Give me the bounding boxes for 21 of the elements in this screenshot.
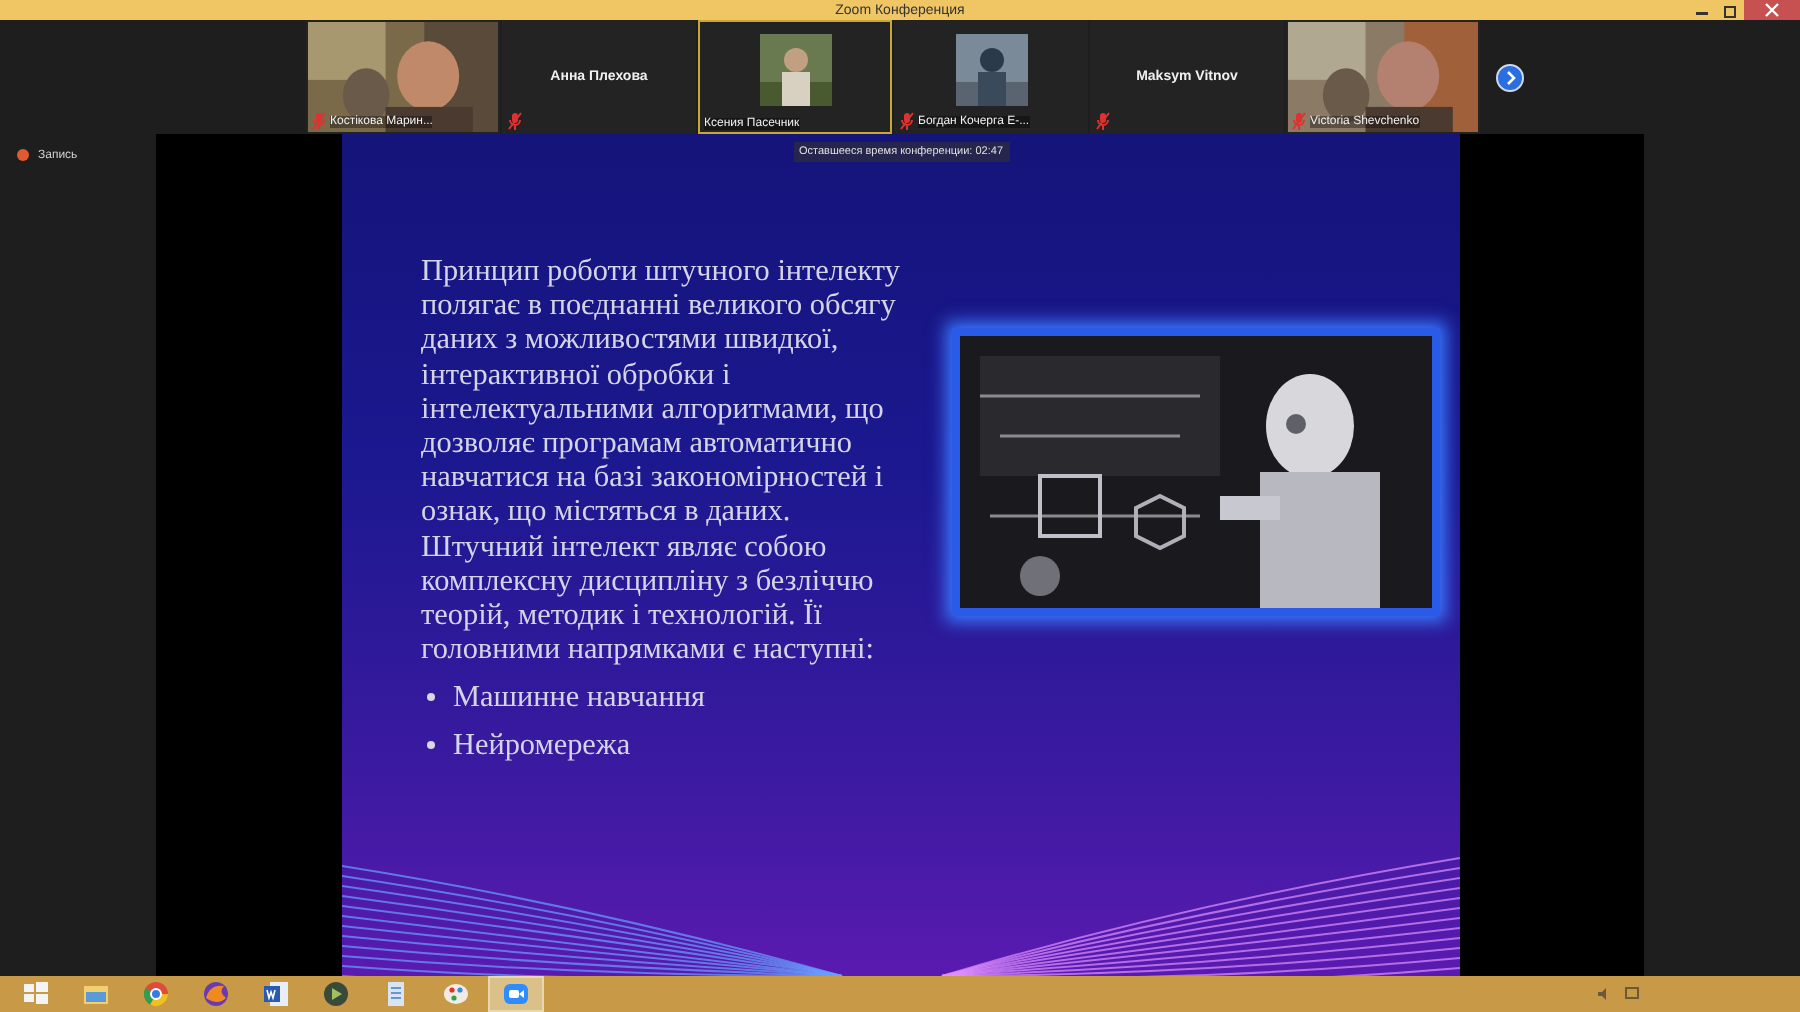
restore-icon <box>1722 2 1738 18</box>
close-button[interactable] <box>1744 0 1800 20</box>
fox-icon <box>202 980 230 1008</box>
close-icon <box>1764 2 1780 18</box>
document-icon <box>262 980 290 1008</box>
bullet-text: Нейромережа <box>453 728 631 763</box>
browser-icon <box>142 980 170 1008</box>
bullet-text: Машинне навчання <box>453 680 705 715</box>
record-icon <box>16 148 30 162</box>
video-camera-icon <box>502 980 530 1008</box>
windows-logo-icon <box>22 980 50 1008</box>
speaker-icon[interactable] <box>1596 986 1612 1002</box>
notepad-icon <box>382 980 410 1008</box>
bullet-icon <box>425 740 435 751</box>
palette-icon <box>442 980 470 1008</box>
bullet-icon <box>425 692 435 703</box>
slide-paragraph: Принцип роботи штучного інтелекту полягає в поєднанні великого обсягу даних з можливостями швидкої, інтерактивної обробки і інтелектуальними алгоритмами, що дозволяє програмам автоматично навчатися на базі закономірностей і ознак, що містяться в даних. Штучний інтелект являє собою комплексну дисципліну з безліччю теорій, методик і технологій. Її головними напрямками є наступні: <box>421 254 902 667</box>
next-page-icon[interactable] <box>1496 63 1524 91</box>
taskbar-button[interactable] <box>488 976 544 1012</box>
play-icon <box>322 980 350 1008</box>
folder-icon <box>82 980 110 1008</box>
